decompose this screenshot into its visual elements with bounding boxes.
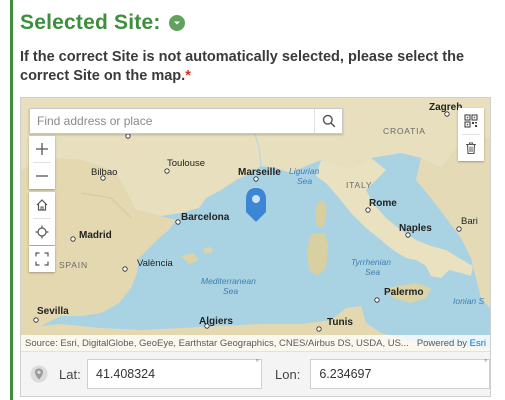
zoom-in-button[interactable] (29, 136, 55, 162)
map-sea-label: Tyrrhenian (351, 257, 391, 267)
map-city-label: Madrid (79, 230, 112, 241)
locate-button[interactable] (29, 219, 55, 245)
map-city-label: Marseille (238, 167, 281, 178)
home-button[interactable] (29, 192, 55, 218)
coordinates-row: Lat: ° Lon: ° (21, 351, 491, 396)
collapse-button[interactable] (168, 15, 185, 31)
map-widget: Zagreb Bordeaux Toulouse Marseille Bilba… (20, 97, 491, 397)
instructions-text: If the correct Site is not automatically… (20, 48, 495, 86)
lat-label: Lat: (59, 366, 81, 382)
map-sea-label: Ionian S (453, 296, 485, 306)
map-search-box (29, 108, 343, 134)
map-sea-label: Sea (365, 267, 380, 277)
page-title: Selected Site: (20, 11, 161, 34)
delete-button[interactable] (458, 135, 484, 161)
map-city-label: Barcelona (181, 212, 230, 223)
map-view[interactable]: Zagreb Bordeaux Toulouse Marseille Bilba… (21, 98, 490, 351)
lon-field-wrap: ° (300, 358, 491, 389)
trash-icon (466, 142, 476, 155)
map-sea-label: Sea (297, 176, 312, 186)
section-accent-bar (10, 0, 13, 400)
section-header: Selected Site: (20, 8, 185, 38)
tools-control (458, 108, 484, 161)
location-pin-icon (30, 365, 48, 383)
map-sea-label: Sea (223, 286, 238, 296)
powered-by-text: Powered by (416, 337, 470, 349)
map-search-input[interactable] (30, 109, 314, 133)
lon-degree-symbol: ° (484, 358, 488, 367)
map-city-label: Rome (369, 198, 397, 209)
zoom-control (29, 136, 55, 189)
zoom-out-button[interactable] (29, 163, 55, 189)
esri-link[interactable]: Esri (470, 338, 486, 349)
map-city-label: Bari (461, 216, 478, 227)
qr-button[interactable] (458, 108, 484, 134)
fullscreen-control (29, 246, 55, 272)
attribution-source: Source: Esri, DigitalGlobe, GeoEye, Eart… (25, 337, 409, 349)
fullscreen-icon (35, 252, 49, 266)
coordinate-locate-button[interactable] (29, 363, 49, 385)
lat-input[interactable] (87, 359, 262, 389)
map-search-button[interactable] (314, 109, 342, 133)
required-asterisk: * (185, 68, 191, 84)
instructions-body: If the correct Site is not automatically… (20, 49, 465, 84)
lat-degree-symbol: ° (255, 358, 259, 367)
minus-icon (36, 175, 48, 177)
map-city-label: Tunis (327, 317, 353, 328)
map-country-label: SPAIN (59, 260, 88, 270)
home-icon (36, 199, 48, 211)
fullscreen-button[interactable] (29, 246, 55, 272)
map-city-label: Toulouse (167, 158, 205, 169)
map-country-label: ITALY (346, 180, 372, 190)
lon-input[interactable] (310, 359, 491, 389)
map-city-label: Algiers (199, 316, 233, 327)
map-basemap: Zagreb Bordeaux Toulouse Marseille Bilba… (21, 98, 490, 351)
qr-code-icon (464, 114, 478, 128)
chevron-down-icon (173, 21, 180, 25)
map-city-label: Sevilla (37, 306, 69, 317)
map-country-label: CROATIA (383, 126, 426, 136)
map-city-label: Bilbao (91, 167, 117, 178)
map-city-label: València (137, 258, 173, 269)
map-attribution: Source: Esri, DigitalGlobe, GeoEye, Eart… (21, 335, 490, 351)
attribution-powered-by: Powered by Esri (417, 338, 486, 349)
locate-crosshair-icon (35, 225, 49, 239)
navigation-control (29, 192, 55, 245)
map-city-label: Palermo (384, 287, 423, 298)
plus-icon (36, 143, 48, 155)
map-sea-label: Ligurian (289, 166, 320, 176)
map-city-label: Naples (399, 223, 432, 234)
lon-label: Lon: (275, 366, 301, 382)
lat-field-wrap: ° (79, 358, 262, 389)
map-sea-label: Mediterranean (201, 276, 256, 286)
search-icon (322, 114, 335, 128)
